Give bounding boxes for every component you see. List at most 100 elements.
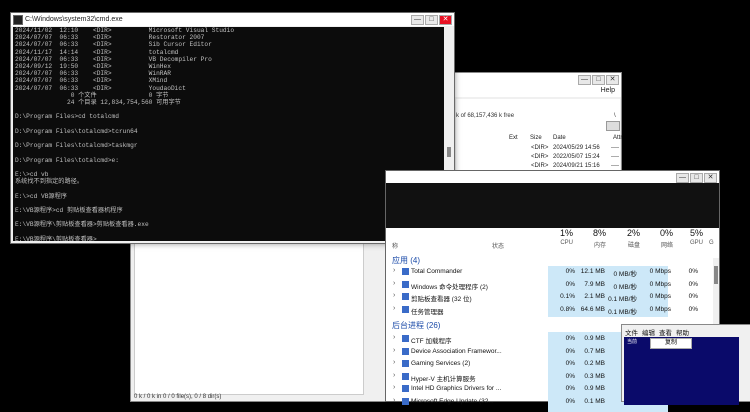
tm-process-row[interactable]: › 剪贴板查看器 (32 位) 0.1% 2.1 MB 0.1 MB/秒 0 Mbps 0% [386, 291, 713, 303]
tm-stat-label: CPU [560, 240, 573, 246]
tm-col-gpu-engine[interactable]: G [709, 240, 714, 246]
tc-col-date[interactable]: Date [553, 135, 566, 141]
tm-stat-pct: 5% [689, 228, 703, 238]
cb-menu-file[interactable]: 文件 [625, 327, 638, 337]
tc-file-attr: ---- [611, 145, 619, 151]
tm-stat-label: GPU [689, 240, 703, 246]
tc-drive-dropdown[interactable] [606, 121, 620, 131]
process-cpu: 0% [565, 280, 575, 288]
tm-process-row[interactable]: › Total Commander 0% 12.1 MB 0 MB/秒 0 Mbps 0% [386, 266, 713, 278]
process-cpu: 0% [565, 335, 575, 342]
tc-file-attr: ---- [611, 154, 619, 160]
cb-menu-edit[interactable]: 编辑 [642, 327, 655, 337]
process-cpu: 0.8% [560, 305, 575, 313]
expand-chevron-icon[interactable]: › [393, 334, 395, 341]
tc-file-date: 2024/09/21 15:16 [553, 163, 600, 169]
tm-col-status[interactable]: 状态 [492, 241, 504, 250]
process-cpu: 0% [565, 268, 575, 275]
cmd-maximize-button[interactable]: □ [425, 15, 438, 25]
tm-stat-pct: 1% [559, 228, 573, 238]
process-disk: 0.1 MB/秒 [608, 308, 637, 316]
process-icon [402, 385, 409, 392]
process-cpu: 0% [565, 397, 575, 405]
cmd-scrollbar-thumb[interactable] [447, 147, 451, 157]
tc-col-ext[interactable]: Ext [509, 135, 518, 141]
cmd-titlebar[interactable]: C:\Windows\system32\cmd.exe — □ ✕ [11, 13, 454, 26]
tc-free-space: k of 68,157,436 k free [456, 113, 515, 119]
process-mem: 2.1 MB [584, 293, 605, 300]
process-icon [402, 360, 409, 367]
expand-chevron-icon[interactable]: › [393, 359, 395, 366]
process-gpu: 0% [688, 305, 698, 313]
process-gpu: 0% [688, 293, 698, 300]
process-cpu: 0% [565, 347, 575, 355]
tm-maximize-button[interactable]: □ [690, 173, 703, 183]
process-name: Hyper-V 主机计算服务 [411, 375, 476, 383]
cmd-title: C:\Windows\system32\cmd.exe [25, 16, 123, 23]
tc-root-button[interactable]: \ [614, 113, 616, 119]
process-name: Gaming Services (2) [411, 360, 471, 367]
tc-col-size[interactable]: Size [530, 135, 542, 141]
expand-chevron-icon[interactable]: › [393, 372, 395, 379]
process-cpu: 0% [565, 385, 575, 392]
tc-left-panel[interactable] [134, 243, 364, 395]
tm-process-row[interactable]: › 任务管理器 0.8% 64.6 MB 0.1 MB/秒 0 Mbps 0% [386, 304, 713, 316]
process-icon [402, 293, 409, 300]
process-mem: 0.9 MB [584, 335, 605, 342]
process-name: Total Commander [411, 268, 463, 275]
process-icon [402, 268, 409, 275]
process-mem: 12.1 MB [580, 268, 605, 275]
process-name: 剪贴板查看器 (32 位) [411, 296, 472, 303]
tm-minimize-button[interactable]: — [676, 173, 689, 183]
cb-menu-view[interactable]: 查看 [659, 327, 672, 337]
cb-copy-menu-item[interactable]: 复制 [650, 338, 692, 349]
cb-menu-help[interactable]: 帮助 [676, 327, 689, 337]
process-gpu: 0% [688, 280, 698, 288]
process-cpu: 0% [565, 360, 575, 367]
cb-current-label: 当前 [627, 339, 638, 345]
tm-process-row[interactable]: › Windows 命令处理程序 (2) 0% 7.9 MB 0 MB/秒 0 Mbps 0… [386, 279, 713, 291]
tm-scrollbar-thumb[interactable] [714, 266, 718, 284]
expand-chevron-icon[interactable]: › [393, 305, 395, 312]
process-icon [402, 280, 409, 288]
tm-stat-pct: 0% [659, 228, 673, 238]
tc-maximize-button[interactable]: □ [592, 75, 605, 85]
tc-file-size: <DIR> [531, 145, 549, 151]
expand-chevron-icon[interactable]: › [393, 397, 395, 404]
tm-close-button[interactable]: ✕ [704, 173, 717, 183]
process-icon [402, 335, 409, 342]
process-net: 0 Mbps [649, 280, 671, 288]
expand-chevron-icon[interactable]: › [393, 292, 395, 299]
tc-file-list: Ext Size Date Attr <DIR> 2024/05/29 14:5… [456, 133, 622, 171]
tm-col-name[interactable]: 称 [392, 241, 398, 250]
tc-file-size: <DIR> [531, 163, 549, 169]
tc-col-attr[interactable]: Attr [613, 135, 622, 141]
cmd-minimize-button[interactable]: — [411, 15, 424, 25]
tm-column-header: 称 状态 1% CPU 8% 内存 2% 磁盘 0% 网络 5% GPU G [386, 228, 719, 258]
expand-chevron-icon[interactable]: › [393, 280, 395, 287]
process-mem: 0.3 MB [584, 372, 605, 380]
process-name: 任务管理器 [411, 308, 444, 316]
process-mem: 7.9 MB [584, 280, 605, 288]
cmd-console[interactable]: 2024/11/02 12:10 <DIR> Microsoft Visual … [13, 27, 444, 241]
tm-stat-label: 磁盘 [627, 243, 640, 249]
cb-menubar: 文件 编辑 查看 帮助 [622, 327, 750, 337]
tm-apps-header: 应用 (4) [392, 256, 420, 265]
cmd-close-button[interactable]: ✕ [439, 15, 452, 25]
process-disk: 0.1 MB/秒 [608, 296, 637, 303]
tc-minimize-button[interactable]: — [578, 75, 591, 85]
tc-file-size: <DIR> [531, 154, 549, 160]
expand-chevron-icon[interactable]: › [393, 347, 395, 354]
cmd-app-icon [13, 15, 23, 25]
cb-scrollbar[interactable] [739, 337, 749, 401]
tm-titlebar[interactable]: — □ ✕ [386, 171, 719, 183]
tc-help-menu[interactable]: Help [601, 87, 615, 94]
process-net: 0 Mbps [649, 268, 671, 275]
process-net: 0 Mbps [649, 305, 671, 313]
expand-chevron-icon[interactable]: › [393, 384, 395, 391]
process-mem: 0.1 MB [584, 397, 605, 405]
expand-chevron-icon[interactable]: › [393, 267, 395, 274]
tc-close-button[interactable]: ✕ [606, 75, 619, 85]
process-icon [402, 305, 409, 313]
cb-content: 当前 复制 [624, 337, 749, 405]
